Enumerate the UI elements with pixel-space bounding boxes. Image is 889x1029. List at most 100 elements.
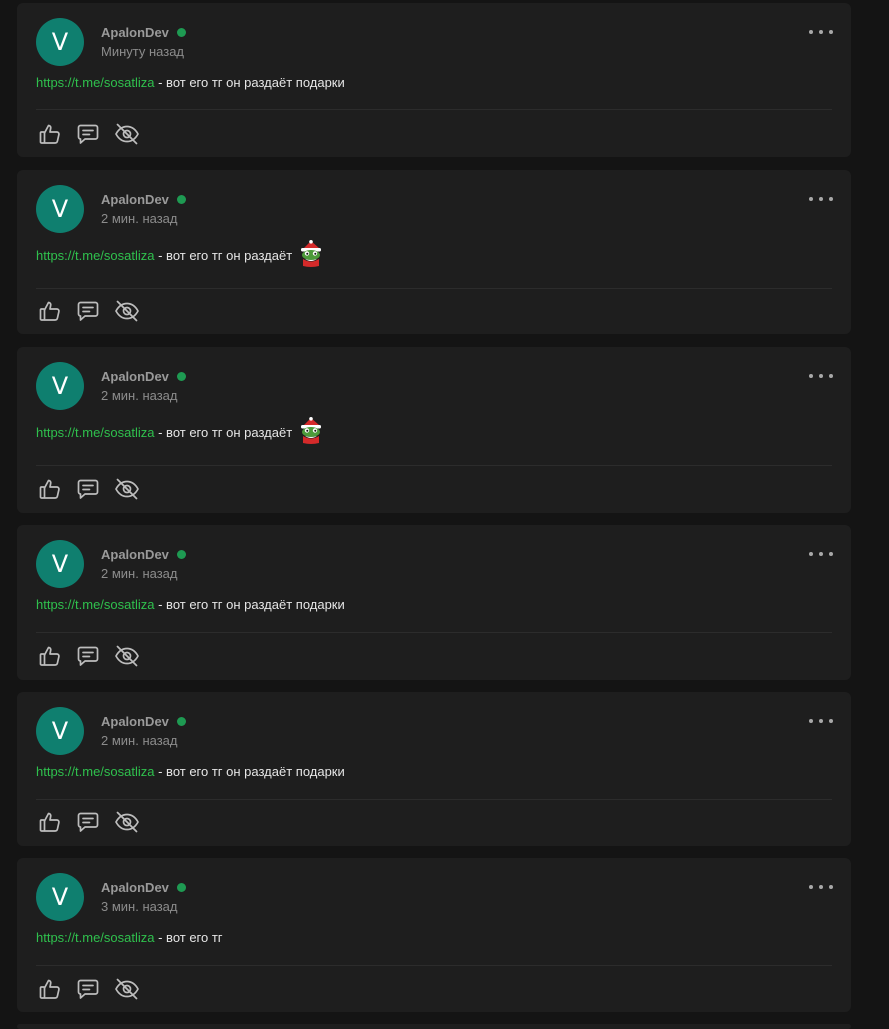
author-name[interactable]: ApalonDev [101,714,186,729]
post-actions [38,477,139,503]
author-label[interactable]: ApalonDev [101,547,169,562]
divider [36,465,832,466]
post-link[interactable]: https://t.me/sosatliza [36,248,155,263]
comment-button[interactable] [76,810,100,834]
comment-button[interactable] [76,477,100,501]
more-options-button[interactable] [809,547,833,561]
more-options-button[interactable] [809,369,833,383]
more-options-button[interactable] [809,880,833,894]
divider [36,965,832,966]
post-card: V ApalonDev 2 мин. назад https://t.me/so… [17,525,851,680]
post-text: https://t.me/sosatliza - вот его тг [36,930,223,945]
author-label[interactable]: ApalonDev [101,25,169,40]
avatar[interactable]: V [36,707,84,755]
comment-button[interactable] [76,122,100,146]
post-message: - вот его тг [154,930,223,945]
eye-off-icon [115,478,139,500]
post-time: 2 мин. назад [101,566,178,581]
more-options-button[interactable] [809,192,833,206]
post-message: - вот его тг он раздаёт подарки [154,764,345,779]
more-dots-icon [809,374,813,378]
hide-button[interactable] [114,644,139,668]
post-time: 2 мин. назад [101,388,178,403]
hide-button[interactable] [114,477,139,501]
avatar[interactable]: V [36,185,84,233]
online-status-dot [176,550,186,559]
author-name[interactable]: ApalonDev [101,192,186,207]
more-options-button[interactable] [809,714,833,728]
post-actions [38,122,139,148]
avatar[interactable]: V [36,540,84,588]
post-card: V ApalonDev Минуту назад https://t.me/so… [17,3,851,157]
hide-button[interactable] [114,810,139,834]
eye-off-icon [115,123,139,145]
post-card-partial [17,1024,851,1029]
author-label[interactable]: ApalonDev [101,369,169,384]
like-button[interactable] [38,477,62,501]
post-text: https://t.me/sosatliza - вот его тг он р… [36,75,345,90]
post-time: 2 мин. назад [101,211,178,226]
comment-button[interactable] [76,977,100,1001]
avatar[interactable]: V [36,362,84,410]
post-time: Минуту назад [101,44,185,59]
more-dots-icon [809,197,813,201]
avatar-letter: V [51,195,69,223]
author-name[interactable]: ApalonDev [101,25,186,40]
post-message: - вот его тг он раздаёт [154,425,293,440]
comment-icon [77,646,99,666]
like-button[interactable] [38,810,62,834]
divider [36,632,832,633]
author-name[interactable]: ApalonDev [101,369,186,384]
post-link[interactable]: https://t.me/sosatliza [36,764,155,779]
online-status-dot [176,717,186,726]
author-name[interactable]: ApalonDev [101,547,186,562]
thumbs-up-icon [39,812,60,832]
more-options-button[interactable] [809,25,833,39]
more-dots-icon [809,719,813,723]
avatar[interactable]: V [36,18,84,66]
comment-button[interactable] [76,299,100,323]
post-time: 3 мин. назад [101,899,178,914]
like-button[interactable] [38,299,62,323]
post-link[interactable]: https://t.me/sosatliza [36,930,155,945]
post-link[interactable]: https://t.me/sosatliza [36,425,155,440]
eye-off-icon [115,300,139,322]
divider [36,109,832,110]
post-card: V ApalonDev 2 мин. назад https://t.me/so… [17,170,851,334]
like-button[interactable] [38,644,62,668]
author-label[interactable]: ApalonDev [101,192,169,207]
author-label[interactable]: ApalonDev [101,714,169,729]
avatar[interactable]: V [36,873,84,921]
comment-button[interactable] [76,644,100,668]
post-card: V ApalonDev 3 мин. назад https://t.me/so… [17,858,851,1012]
like-button[interactable] [38,122,62,146]
avatar-letter: V [51,883,69,911]
post-link[interactable]: https://t.me/sosatliza [36,75,155,90]
post-actions [38,299,139,325]
thumbs-up-icon [39,646,60,666]
post-message: - вот его тг он раздаёт [154,248,293,263]
author-name[interactable]: ApalonDev [101,880,186,895]
thumbs-up-icon [39,479,60,499]
online-status-dot [176,883,186,892]
hide-button[interactable] [114,977,139,1001]
avatar-letter: V [51,28,69,56]
thumbs-up-icon [39,301,60,321]
post-text: https://t.me/sosatliza - вот его тг он р… [36,240,324,271]
like-button[interactable] [38,977,62,1001]
post-link[interactable]: https://t.me/sosatliza [36,597,155,612]
santa-frog-sticker-icon [298,240,324,271]
comment-icon [77,479,99,499]
comment-icon [77,979,99,999]
post-text: https://t.me/sosatliza - вот его тг он р… [36,417,324,448]
hide-button[interactable] [114,299,139,323]
post-actions [38,810,139,836]
post-card: V ApalonDev 2 мин. назад https://t.me/so… [17,347,851,513]
more-dots-icon [809,885,813,889]
comment-icon [77,124,99,144]
thumbs-up-icon [39,124,60,144]
author-label[interactable]: ApalonDev [101,880,169,895]
eye-off-icon [115,811,139,833]
post-text: https://t.me/sosatliza - вот его тг он р… [36,597,345,612]
hide-button[interactable] [114,122,139,146]
